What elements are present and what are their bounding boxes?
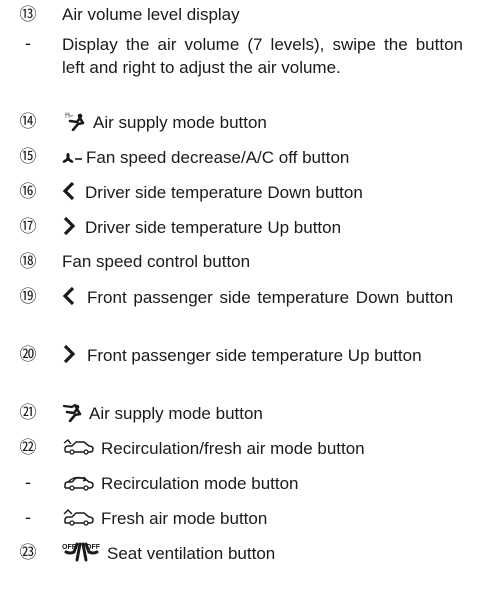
item-number: ⑳ <box>19 345 37 365</box>
item-text: Driver side temperature Up button <box>85 218 342 237</box>
item-number: ⑱ <box>19 252 37 272</box>
item-number: ㉑ <box>19 403 37 423</box>
chevron-right-icon <box>62 344 76 364</box>
item-number: ⑲ <box>19 287 37 307</box>
item-number: ⑯ <box>19 182 37 202</box>
fan-speed-decrease-icon <box>62 146 84 166</box>
recirculation-fresh-air-icon <box>62 437 96 457</box>
item-text: Front passenger side temperature Up butt… <box>87 346 422 365</box>
chevron-left-icon <box>62 286 76 306</box>
item-text: Driver side temperature Down button <box>85 183 363 202</box>
dash-marker: - <box>24 508 32 528</box>
item-text: Air supply mode button <box>89 404 263 423</box>
item-text: Fan speed control button <box>62 252 251 271</box>
item-number: ⑰ <box>19 217 37 237</box>
item-number: ㉓ <box>19 543 37 563</box>
dash-marker: - <box>24 34 32 54</box>
manual-page: ⑬ Air volume level display - Display the… <box>0 0 477 603</box>
item-text: Recirculation/fresh air mode button <box>101 439 365 458</box>
item-text: Front passenger side temperature Down bu… <box>87 288 454 307</box>
item-number: ⑭ <box>19 112 37 132</box>
air-supply-mode-icon <box>62 111 88 131</box>
recirculation-icon <box>62 472 96 492</box>
seat-ventilation-icon: OFF OFF <box>62 542 102 562</box>
item-text: Display the air volume (7 levels), swipe… <box>62 35 463 77</box>
air-supply-mode-icon <box>62 402 84 422</box>
chevron-right-icon <box>62 216 76 236</box>
item-number: ㉒ <box>19 438 37 458</box>
fresh-air-icon <box>62 507 96 527</box>
dash-marker: - <box>24 473 32 493</box>
item-text: Air supply mode button <box>93 113 267 132</box>
item-text: Recirculation mode button <box>101 474 299 493</box>
item-text: Air volume level display <box>62 5 240 24</box>
item-number: ⑮ <box>19 147 37 167</box>
item-number: ⑬ <box>19 5 37 25</box>
item-text: Fan speed decrease/A/C off button <box>86 148 350 167</box>
item-text: Seat ventilation button <box>107 544 276 563</box>
item-text: Fresh air mode button <box>101 509 268 528</box>
chevron-left-icon <box>62 181 76 201</box>
